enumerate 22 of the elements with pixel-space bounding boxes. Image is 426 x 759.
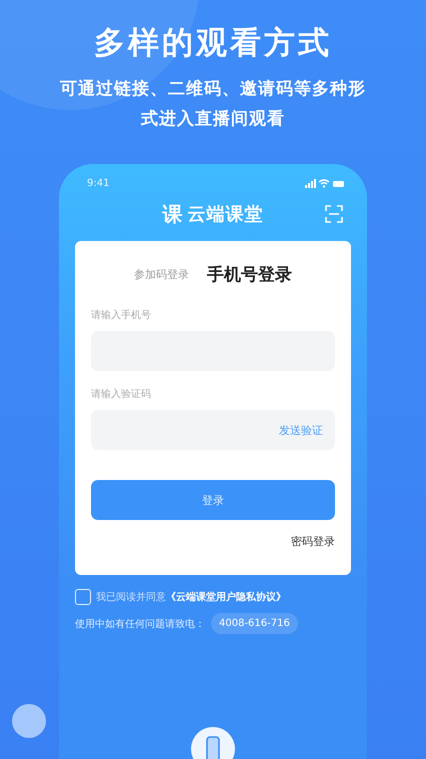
send-code-button[interactable]: 发送验证 — [273, 422, 329, 438]
floating-bubble[interactable] — [12, 704, 46, 738]
login-button[interactable]: 登录 — [91, 480, 335, 520]
help-text: 使用中如有任何问题请致电： — [75, 618, 205, 630]
login-tab[interactable]: 参加码登录 — [134, 267, 189, 282]
agreement-checkbox[interactable] — [75, 589, 91, 605]
logo-mark: 课 — [162, 200, 182, 228]
login-tab[interactable]: 手机号登录 — [207, 263, 292, 286]
field-label: 请输入手机号 — [91, 308, 152, 322]
device-button[interactable] — [191, 727, 235, 759]
status-time: 9:41 — [87, 178, 110, 189]
field-label: 请输入验证码 — [91, 388, 152, 401]
phone-icon — [206, 736, 220, 759]
input-field[interactable]: 发送验证 — [91, 410, 335, 450]
scan-icon[interactable] — [325, 205, 343, 223]
password-login-link[interactable]: 密码登录 — [291, 534, 335, 549]
phone-number[interactable]: 4008-616-716 — [211, 613, 298, 634]
app-name: 云端课堂 — [188, 203, 264, 226]
headline: 多样的观看方式 — [94, 24, 332, 63]
status-icons — [305, 178, 345, 188]
agreement-text: 我已阅读并同意《云端课堂用户隐私协议》 — [96, 590, 286, 604]
subtitle: 可通过链接、二维码、邀请码等多种形式进入直播间观看 — [59, 78, 367, 131]
